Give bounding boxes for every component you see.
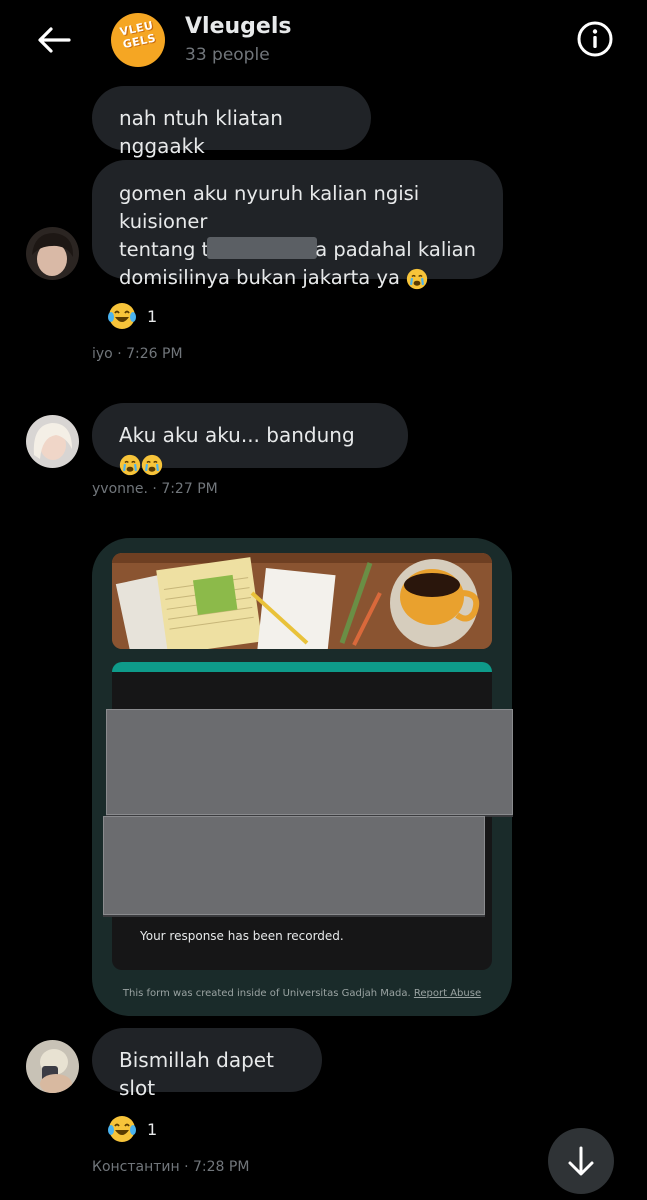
- form-footer-text: This form was created inside of Universi…: [122, 988, 411, 999]
- back-button[interactable]: [30, 20, 78, 60]
- group-avatar[interactable]: VLEU GELS: [111, 13, 165, 67]
- laughing-crying-emoji-icon: [108, 303, 136, 329]
- desk-illustration: [112, 553, 492, 649]
- message-time: 7:26 PM: [126, 346, 183, 362]
- scroll-to-bottom-button[interactable]: [548, 1128, 614, 1194]
- redaction-block: [103, 816, 485, 915]
- crying-emoji-icon: [141, 454, 163, 475]
- message-meta: yvonne. · 7:27 PM: [92, 481, 218, 497]
- report-abuse-link[interactable]: Report Abuse: [414, 988, 481, 999]
- sender-avatar[interactable]: [26, 415, 79, 468]
- redacted-text: [207, 237, 318, 259]
- message-line: gomen aku nyuruh kalian ngisi kuisioner: [119, 182, 420, 233]
- reaction-chip[interactable]: 1: [105, 1114, 157, 1144]
- sender-name: yvonne.: [92, 481, 148, 497]
- message-time: 7:28 PM: [193, 1159, 250, 1175]
- message-line: tentang t a padahal kalian: [119, 236, 476, 264]
- message-bubble[interactable]: nah ntuh kliatan nggaakk: [92, 86, 371, 158]
- message-bubble[interactable]: Aku aku aku... bandung: [92, 403, 408, 475]
- message-text: tentang t: [119, 238, 210, 261]
- info-button[interactable]: [574, 18, 616, 60]
- message-text: domisilinya bukan jakarta ya: [119, 266, 400, 289]
- crying-emoji-icon: [407, 268, 428, 289]
- avatar-image: [26, 227, 79, 280]
- sender-name: iyo: [92, 346, 113, 362]
- group-logo: VLEU GELS: [118, 18, 158, 52]
- redaction-block: [106, 709, 513, 815]
- avatar-image: [26, 1040, 79, 1093]
- form-footer: This form was created inside of Universi…: [92, 988, 512, 999]
- laughing-crying-emoji-icon: [108, 1116, 136, 1142]
- message-time: 7:27 PM: [161, 481, 218, 497]
- group-name[interactable]: Vleugels: [185, 14, 291, 39]
- reaction-chip[interactable]: 1: [105, 301, 157, 331]
- message-line: domisilinya bukan jakarta ya: [119, 264, 476, 292]
- crying-emoji-icon: [119, 454, 141, 475]
- member-count: 33 people: [185, 45, 270, 65]
- message-meta: Константин · 7:28 PM: [92, 1159, 250, 1175]
- message-bubble[interactable]: gomen aku nyuruh kalian ngisi kuisioner …: [92, 160, 503, 289]
- info-icon: [577, 21, 613, 57]
- arrow-left-icon: [38, 27, 71, 53]
- form-header-image: [112, 553, 492, 649]
- form-confirmation-text: Your response has been recorded.: [140, 929, 344, 943]
- reaction-count: 1: [147, 306, 158, 326]
- arrow-down-icon: [568, 1146, 594, 1176]
- sender-avatar[interactable]: [26, 1040, 79, 1093]
- message-text: Bismillah dapet slot: [119, 1048, 274, 1100]
- message-meta: iyo · 7:26 PM: [92, 346, 183, 362]
- message-text: Aku aku aku... bandung: [119, 423, 355, 447]
- message-bubble[interactable]: Bismillah dapet slot: [92, 1028, 322, 1100]
- sender-name: Константин: [92, 1159, 180, 1175]
- message-text: a padahal kalian: [315, 238, 476, 261]
- reaction-count: 1: [147, 1119, 158, 1139]
- sender-avatar[interactable]: [26, 227, 79, 280]
- avatar-image: [26, 415, 79, 468]
- message-text: nah ntuh kliatan nggaakk: [119, 106, 283, 158]
